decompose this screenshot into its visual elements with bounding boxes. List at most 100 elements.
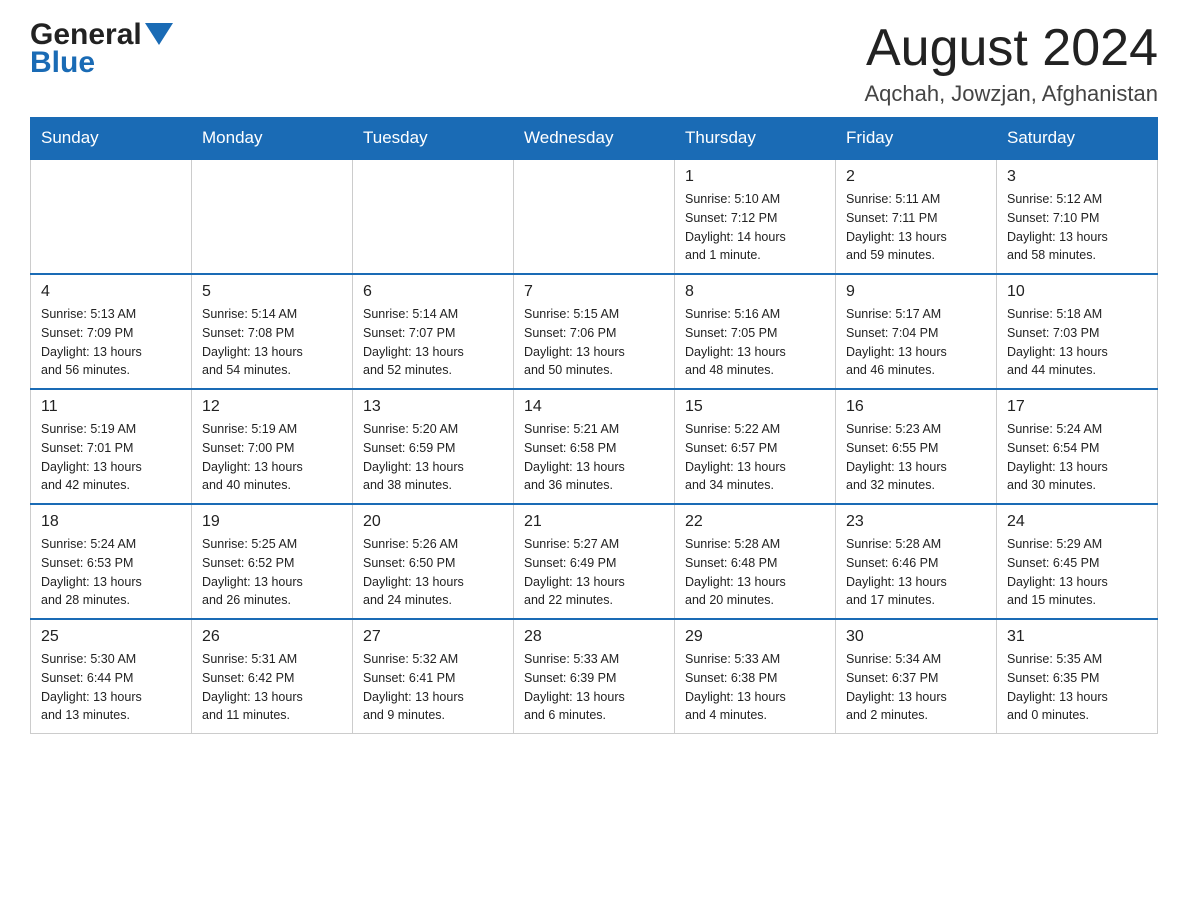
day-number: 30 [846,628,986,646]
calendar-cell: 22Sunrise: 5:28 AMSunset: 6:48 PMDayligh… [675,504,836,619]
day-info: Sunrise: 5:34 AMSunset: 6:37 PMDaylight:… [846,650,986,725]
day-info: Sunrise: 5:15 AMSunset: 7:06 PMDaylight:… [524,305,664,380]
calendar-cell: 13Sunrise: 5:20 AMSunset: 6:59 PMDayligh… [353,389,514,504]
day-info: Sunrise: 5:18 AMSunset: 7:03 PMDaylight:… [1007,305,1147,380]
day-number: 1 [685,168,825,186]
calendar-cell: 17 Sunrise: 5:24 AMSunset: 6:54 PMDayligh… [997,389,1158,504]
day-number: 21 [524,513,664,531]
day-info: Sunrise: 5:24 AMSunset: 6:54 PMDaylight:… [1007,420,1147,495]
header-monday: Monday [192,118,353,160]
calendar-cell: 2Sunrise: 5:11 AMSunset: 7:11 PMDaylight… [836,159,997,274]
calendar-cell: 6 Sunrise: 5:14 AMSunset: 7:07 PMDaylight… [353,274,514,389]
day-number: 28 [524,628,664,646]
logo-blue-text: Blue [30,48,173,78]
calendar-cell: 18 Sunrise: 5:24 AMSunset: 6:53 PMDayligh… [31,504,192,619]
day-info: Sunrise: 5:19 AMSunset: 7:00 PMDaylight:… [202,420,342,495]
header-saturday: Saturday [997,118,1158,160]
day-number: 9 [846,283,986,301]
day-info: Sunrise: 5:33 AMSunset: 6:39 PMDaylight:… [524,650,664,725]
day-number: 16 [846,398,986,416]
day-info: Sunrise: 5:30 AMSunset: 6:44 PMDaylight:… [41,650,181,725]
calendar-cell: 9 Sunrise: 5:17 AMSunset: 7:04 PMDaylight… [836,274,997,389]
calendar-cell [31,159,192,274]
day-info: Sunrise: 5:10 AMSunset: 7:12 PMDaylight:… [685,190,825,265]
calendar-cell: 12Sunrise: 5:19 AMSunset: 7:00 PMDayligh… [192,389,353,504]
day-number: 31 [1007,628,1147,646]
day-info: Sunrise: 5:14 AMSunset: 7:08 PMDaylight:… [202,305,342,380]
calendar-cell: 3Sunrise: 5:12 AMSunset: 7:10 PMDaylight… [997,159,1158,274]
calendar-cell: 30 Sunrise: 5:34 AMSunset: 6:37 PMDayligh… [836,619,997,734]
day-number: 7 [524,283,664,301]
day-info: Sunrise: 5:11 AMSunset: 7:11 PMDaylight:… [846,190,986,265]
day-number: 17 [1007,398,1147,416]
calendar-week-5: 25 Sunrise: 5:30 AMSunset: 6:44 PMDayligh… [31,619,1158,734]
day-info: Sunrise: 5:14 AMSunset: 7:07 PMDaylight:… [363,305,503,380]
day-info: Sunrise: 5:27 AMSunset: 6:49 PMDaylight:… [524,535,664,610]
calendar-cell: 7 Sunrise: 5:15 AMSunset: 7:06 PMDaylight… [514,274,675,389]
day-number: 24 [1007,513,1147,531]
calendar-header-row: Sunday Monday Tuesday Wednesday Thursday… [31,118,1158,160]
day-number: 29 [685,628,825,646]
day-number: 4 [41,283,181,301]
calendar-table: Sunday Monday Tuesday Wednesday Thursday… [30,117,1158,734]
calendar-cell: 20 Sunrise: 5:26 AMSunset: 6:50 PMDayligh… [353,504,514,619]
header-tuesday: Tuesday [353,118,514,160]
day-info: Sunrise: 5:33 AMSunset: 6:38 PMDaylight:… [685,650,825,725]
calendar-cell: 23Sunrise: 5:28 AMSunset: 6:46 PMDayligh… [836,504,997,619]
header-friday: Friday [836,118,997,160]
day-number: 10 [1007,283,1147,301]
day-info: Sunrise: 5:28 AMSunset: 6:46 PMDaylight:… [846,535,986,610]
calendar-cell: 19 Sunrise: 5:25 AMSunset: 6:52 PMDayligh… [192,504,353,619]
day-number: 14 [524,398,664,416]
day-info: Sunrise: 5:26 AMSunset: 6:50 PMDaylight:… [363,535,503,610]
day-number: 25 [41,628,181,646]
day-info: Sunrise: 5:28 AMSunset: 6:48 PMDaylight:… [685,535,825,610]
day-info: Sunrise: 5:24 AMSunset: 6:53 PMDaylight:… [41,535,181,610]
day-info: Sunrise: 5:12 AMSunset: 7:10 PMDaylight:… [1007,190,1147,265]
day-info: Sunrise: 5:35 AMSunset: 6:35 PMDaylight:… [1007,650,1147,725]
calendar-cell: 27 Sunrise: 5:32 AMSunset: 6:41 PMDayligh… [353,619,514,734]
day-info: Sunrise: 5:17 AMSunset: 7:04 PMDaylight:… [846,305,986,380]
day-info: Sunrise: 5:20 AMSunset: 6:59 PMDaylight:… [363,420,503,495]
day-info: Sunrise: 5:13 AMSunset: 7:09 PMDaylight:… [41,305,181,380]
day-info: Sunrise: 5:21 AMSunset: 6:58 PMDaylight:… [524,420,664,495]
day-number: 19 [202,513,342,531]
calendar-cell [353,159,514,274]
header-sunday: Sunday [31,118,192,160]
calendar-cell [514,159,675,274]
calendar-cell: 15 Sunrise: 5:22 AMSunset: 6:57 PMDayligh… [675,389,836,504]
calendar-cell: 5 Sunrise: 5:14 AMSunset: 7:08 PMDaylight… [192,274,353,389]
day-info: Sunrise: 5:16 AMSunset: 7:05 PMDaylight:… [685,305,825,380]
day-number: 18 [41,513,181,531]
logo: General Blue [30,20,173,78]
day-number: 5 [202,283,342,301]
calendar-week-1: 1 Sunrise: 5:10 AMSunset: 7:12 PMDaylight… [31,159,1158,274]
day-info: Sunrise: 5:32 AMSunset: 6:41 PMDaylight:… [363,650,503,725]
day-info: Sunrise: 5:22 AMSunset: 6:57 PMDaylight:… [685,420,825,495]
day-number: 6 [363,283,503,301]
calendar-cell: 10 Sunrise: 5:18 AMSunset: 7:03 PMDayligh… [997,274,1158,389]
calendar-week-4: 18 Sunrise: 5:24 AMSunset: 6:53 PMDayligh… [31,504,1158,619]
calendar-cell: 11 Sunrise: 5:19 AMSunset: 7:01 PMDayligh… [31,389,192,504]
day-info: Sunrise: 5:23 AMSunset: 6:55 PMDaylight:… [846,420,986,495]
day-info: Sunrise: 5:25 AMSunset: 6:52 PMDaylight:… [202,535,342,610]
logo-arrow-icon [145,23,173,45]
calendar-cell: 21 Sunrise: 5:27 AMSunset: 6:49 PMDayligh… [514,504,675,619]
day-number: 26 [202,628,342,646]
calendar-cell: 25 Sunrise: 5:30 AMSunset: 6:44 PMDayligh… [31,619,192,734]
day-info: Sunrise: 5:29 AMSunset: 6:45 PMDaylight:… [1007,535,1147,610]
calendar-cell: 29 Sunrise: 5:33 AMSunset: 6:38 PMDayligh… [675,619,836,734]
calendar-cell: 1 Sunrise: 5:10 AMSunset: 7:12 PMDaylight… [675,159,836,274]
day-number: 15 [685,398,825,416]
page-header: General Blue August 2024 Aqchah, Jowzjan… [30,20,1158,107]
header-thursday: Thursday [675,118,836,160]
calendar-cell: 31 Sunrise: 5:35 AMSunset: 6:35 PMDayligh… [997,619,1158,734]
calendar-cell: 14 Sunrise: 5:21 AMSunset: 6:58 PMDayligh… [514,389,675,504]
day-number: 27 [363,628,503,646]
day-info: Sunrise: 5:19 AMSunset: 7:01 PMDaylight:… [41,420,181,495]
day-number: 20 [363,513,503,531]
day-info: Sunrise: 5:31 AMSunset: 6:42 PMDaylight:… [202,650,342,725]
calendar-cell: 28 Sunrise: 5:33 AMSunset: 6:39 PMDayligh… [514,619,675,734]
calendar-week-2: 4 Sunrise: 5:13 AMSunset: 7:09 PMDaylight… [31,274,1158,389]
day-number: 11 [41,398,181,416]
